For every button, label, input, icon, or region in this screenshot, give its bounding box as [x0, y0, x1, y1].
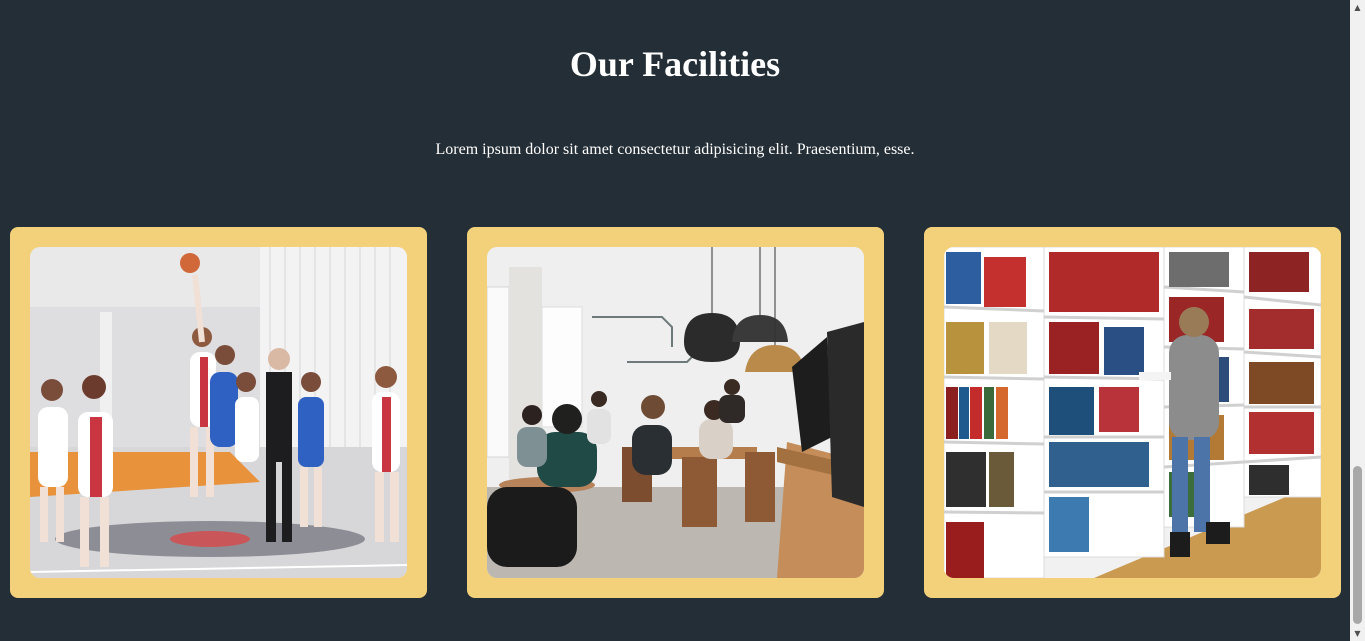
facility-card-cafeteria: [467, 227, 884, 598]
scrollbar-thumb[interactable]: [1353, 466, 1362, 624]
cafeteria-photo: [487, 247, 864, 578]
facility-card-library: [924, 227, 1341, 598]
vertical-scrollbar[interactable]: ▲ ▼: [1350, 0, 1365, 641]
basketball-court-photo: [30, 247, 407, 578]
triangle-down-icon[interactable]: ▼: [1350, 626, 1365, 641]
triangle-up-icon[interactable]: ▲: [1350, 0, 1365, 15]
section-title: Our Facilities: [569, 44, 781, 84]
section-subtitle: Lorem ipsum dolor sit amet consectetur a…: [435, 141, 915, 158]
library-photo: [944, 247, 1321, 578]
facilities-section: Our Facilities Lorem ipsum dolor sit ame…: [0, 0, 1350, 641]
facility-card-basketball: [10, 227, 427, 598]
